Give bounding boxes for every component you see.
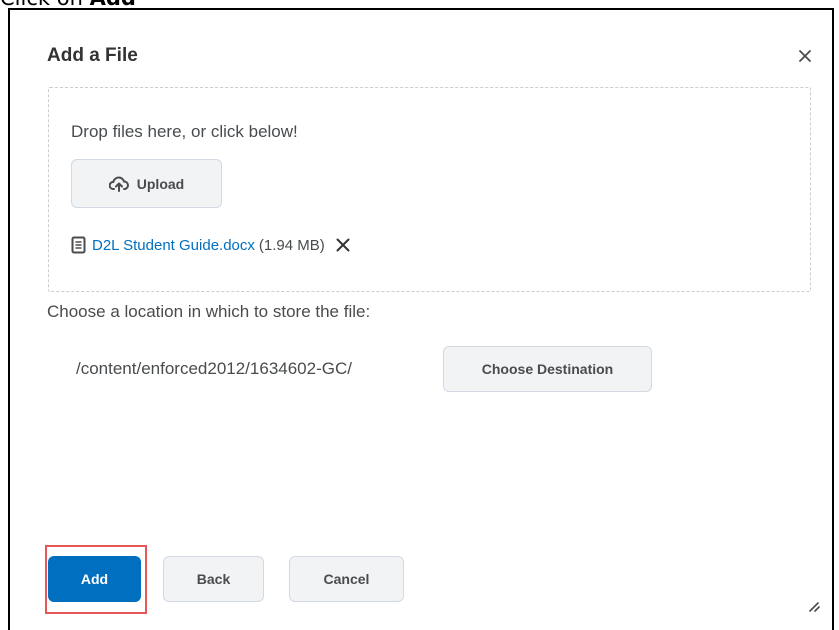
close-icon [336, 238, 350, 252]
upload-button[interactable]: Upload [71, 159, 222, 208]
upload-label: Upload [136, 175, 185, 192]
add-button[interactable]: Add [48, 556, 141, 602]
file-name-link[interactable]: D2L Student Guide.docx [92, 237, 255, 254]
file-size: (1.94 MB) [258, 236, 325, 254]
close-icon [799, 50, 811, 62]
back-button[interactable]: Back [163, 556, 264, 602]
resize-handle-icon[interactable] [806, 598, 820, 612]
attached-file: D2L Student Guide.docx (1.94 MB) [71, 236, 351, 254]
page: Click on Add Add a File Drop files here,… [0, 0, 839, 630]
location-label: Choose a location in which to store the … [47, 302, 371, 321]
location-path: /content/enforced2012/1634602-GC/ [76, 359, 352, 378]
add-file-dialog: Add a File Drop files here, or click bel… [8, 8, 834, 630]
cancel-button[interactable]: Cancel [289, 556, 404, 602]
remove-file-button[interactable] [335, 237, 351, 253]
dialog-title: Add a File [47, 45, 138, 66]
file-dropzone[interactable]: Drop files here, or click below! Upload … [48, 87, 811, 292]
close-dialog-button[interactable] [792, 43, 818, 69]
document-icon [71, 236, 86, 254]
dropzone-prompt: Drop files here, or click below! [71, 122, 298, 141]
choose-destination-button[interactable]: Choose Destination [443, 346, 652, 392]
cloud-upload-icon [108, 176, 129, 192]
